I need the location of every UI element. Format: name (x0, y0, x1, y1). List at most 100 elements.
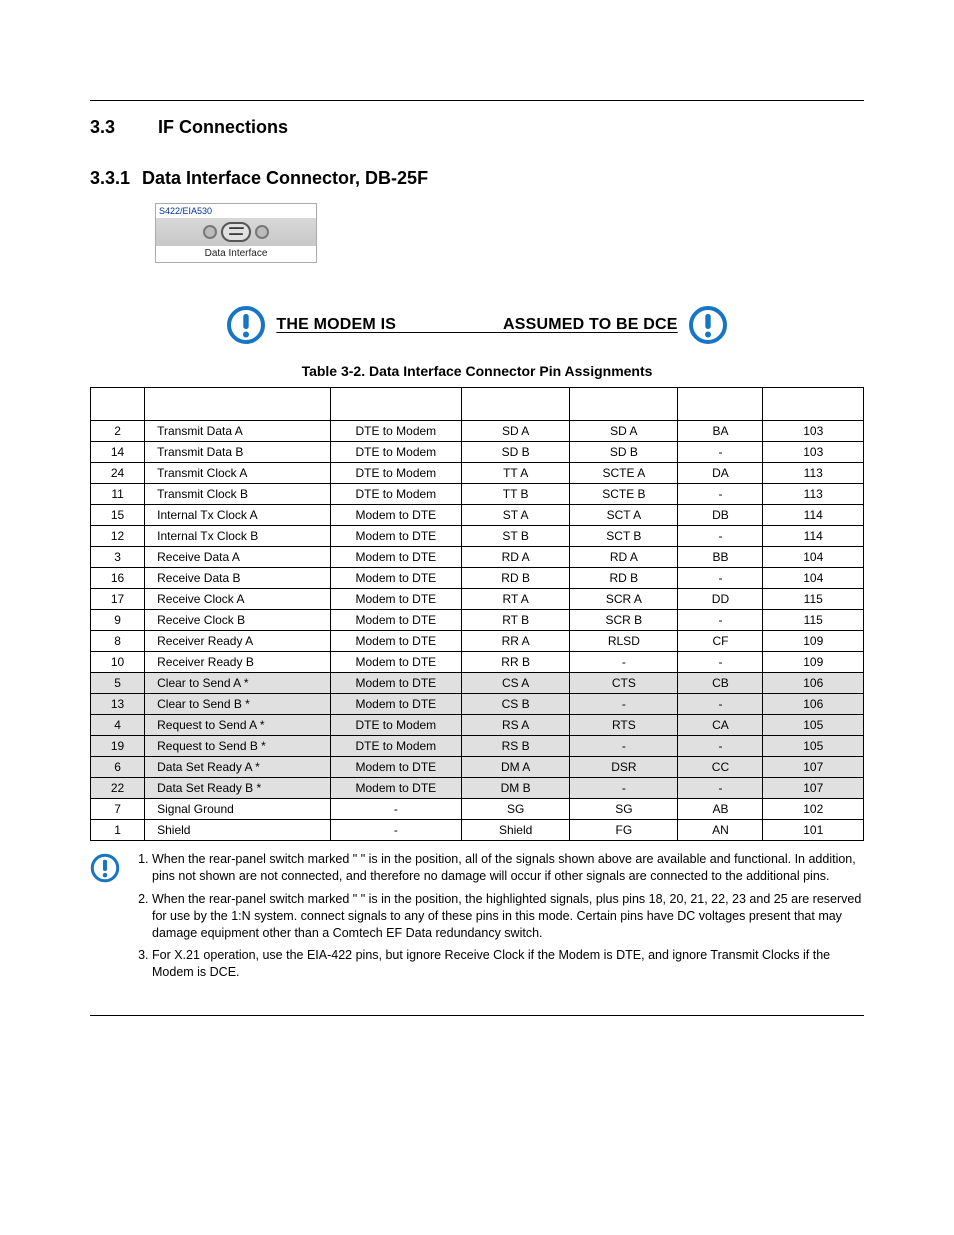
cell-pin: 5 (91, 673, 145, 694)
warning-text: THE MODEM IS ASSUMED TO BE DCE (276, 316, 677, 334)
cell-desc: Shield (145, 820, 331, 841)
connector-caption: Data Interface (156, 246, 316, 262)
cell-desc: Internal Tx Clock A (145, 505, 331, 526)
cell-dir: - (330, 820, 461, 841)
table-row: 17Receive Clock AModem to DTERT ASCR ADD… (91, 589, 864, 610)
note-item: For X.21 operation, use the EIA-422 pins… (152, 947, 864, 981)
cell-desc: Receiver Ready B (145, 652, 331, 673)
screw-right-icon (255, 225, 269, 239)
cell-c6: CF (678, 631, 763, 652)
table-row: 4Request to Send A *DTE to ModemRS ARTSC… (91, 715, 864, 736)
table-row: 3Receive Data AModem to DTERD ARD ABB104 (91, 547, 864, 568)
cell-c4: RD B (462, 568, 570, 589)
cell-c6: CA (678, 715, 763, 736)
cell-c7: 109 (763, 652, 864, 673)
cell-c5: SCR A (570, 589, 678, 610)
subsection-number: 3.3.1 (90, 168, 142, 189)
cell-c4: DM A (462, 757, 570, 778)
cell-c6: CB (678, 673, 763, 694)
cell-c5: CTS (570, 673, 678, 694)
cell-dir: Modem to DTE (330, 589, 461, 610)
cell-pin: 8 (91, 631, 145, 652)
table-row: 5Clear to Send A *Modem to DTECS ACTSCB1… (91, 673, 864, 694)
cell-c7: 107 (763, 778, 864, 799)
cell-dir: Modem to DTE (330, 610, 461, 631)
table-header (145, 388, 331, 421)
cell-dir: DTE to Modem (330, 463, 461, 484)
table-row: 13Clear to Send B *Modem to DTECS B--106 (91, 694, 864, 715)
section-title: IF Connections (158, 117, 288, 137)
cell-pin: 16 (91, 568, 145, 589)
notes-list: When the rear-panel switch marked " " is… (134, 851, 864, 987)
screw-left-icon (203, 225, 217, 239)
cell-c7: 105 (763, 736, 864, 757)
cell-c6: - (678, 652, 763, 673)
cell-dir: DTE to Modem (330, 484, 461, 505)
table-header (91, 388, 145, 421)
cell-c5: - (570, 778, 678, 799)
cell-c4: TT B (462, 484, 570, 505)
warning-right: ASSUMED TO BE DCE (503, 316, 678, 333)
subsection-title: Data Interface Connector, DB-25F (142, 168, 428, 188)
cell-c5: SCT B (570, 526, 678, 547)
cell-c4: ST B (462, 526, 570, 547)
cell-pin: 12 (91, 526, 145, 547)
info-warning-icon (688, 305, 728, 345)
cell-c4: SD B (462, 442, 570, 463)
cell-c5: FG (570, 820, 678, 841)
cell-pin: 15 (91, 505, 145, 526)
cell-pin: 9 (91, 610, 145, 631)
table-row: 16Receive Data BModem to DTERD BRD B-104 (91, 568, 864, 589)
cell-c7: 109 (763, 631, 864, 652)
cell-c6: CC (678, 757, 763, 778)
cell-desc: Transmit Clock A (145, 463, 331, 484)
cell-c7: 113 (763, 463, 864, 484)
cell-c7: 113 (763, 484, 864, 505)
cell-c5: SCT A (570, 505, 678, 526)
cell-c4: SG (462, 799, 570, 820)
cell-c7: 103 (763, 421, 864, 442)
cell-c7: 104 (763, 568, 864, 589)
cell-c5: SCTE A (570, 463, 678, 484)
cell-c6: - (678, 778, 763, 799)
warning-left: THE MODEM IS (276, 316, 396, 333)
cell-pin: 4 (91, 715, 145, 736)
cell-desc: Receive Clock A (145, 589, 331, 610)
cell-c4: RS B (462, 736, 570, 757)
cell-pin: 7 (91, 799, 145, 820)
table-header (330, 388, 461, 421)
cell-pin: 1 (91, 820, 145, 841)
table-row: 7Signal Ground-SGSGAB102 (91, 799, 864, 820)
cell-c5: RD A (570, 547, 678, 568)
cell-c6: - (678, 568, 763, 589)
cell-desc: Transmit Data B (145, 442, 331, 463)
cell-pin: 14 (91, 442, 145, 463)
cell-dir: - (330, 799, 461, 820)
cell-c5: SCR B (570, 610, 678, 631)
cell-c5: RTS (570, 715, 678, 736)
subsection-heading: 3.3.1Data Interface Connector, DB-25F (90, 168, 864, 189)
cell-desc: Receive Clock B (145, 610, 331, 631)
pin-assignments-table: 2Transmit Data ADTE to ModemSD ASD ABA10… (90, 387, 864, 841)
note-item: When the rear-panel switch marked " " is… (152, 851, 864, 885)
cell-c5: RD B (570, 568, 678, 589)
table-row: 8Receiver Ready AModem to DTERR ARLSDCF1… (91, 631, 864, 652)
cell-c4: RT A (462, 589, 570, 610)
cell-pin: 6 (91, 757, 145, 778)
table-row: 15Internal Tx Clock AModem to DTEST ASCT… (91, 505, 864, 526)
table-row: 2Transmit Data ADTE to ModemSD ASD ABA10… (91, 421, 864, 442)
table-row: 10Receiver Ready BModem to DTERR B--109 (91, 652, 864, 673)
table-row: 6Data Set Ready A *Modem to DTEDM ADSRCC… (91, 757, 864, 778)
connector-image: S422/EIA530 ••••••••••••••••••••••••• Da… (155, 203, 864, 263)
cell-c7: 105 (763, 715, 864, 736)
cell-pin: 24 (91, 463, 145, 484)
cell-c5: - (570, 736, 678, 757)
cell-c4: SD A (462, 421, 570, 442)
cell-c7: 102 (763, 799, 864, 820)
cell-c6: - (678, 484, 763, 505)
cell-pin: 10 (91, 652, 145, 673)
cell-dir: Modem to DTE (330, 673, 461, 694)
cell-c7: 115 (763, 610, 864, 631)
cell-c5: - (570, 652, 678, 673)
cell-c7: 106 (763, 694, 864, 715)
